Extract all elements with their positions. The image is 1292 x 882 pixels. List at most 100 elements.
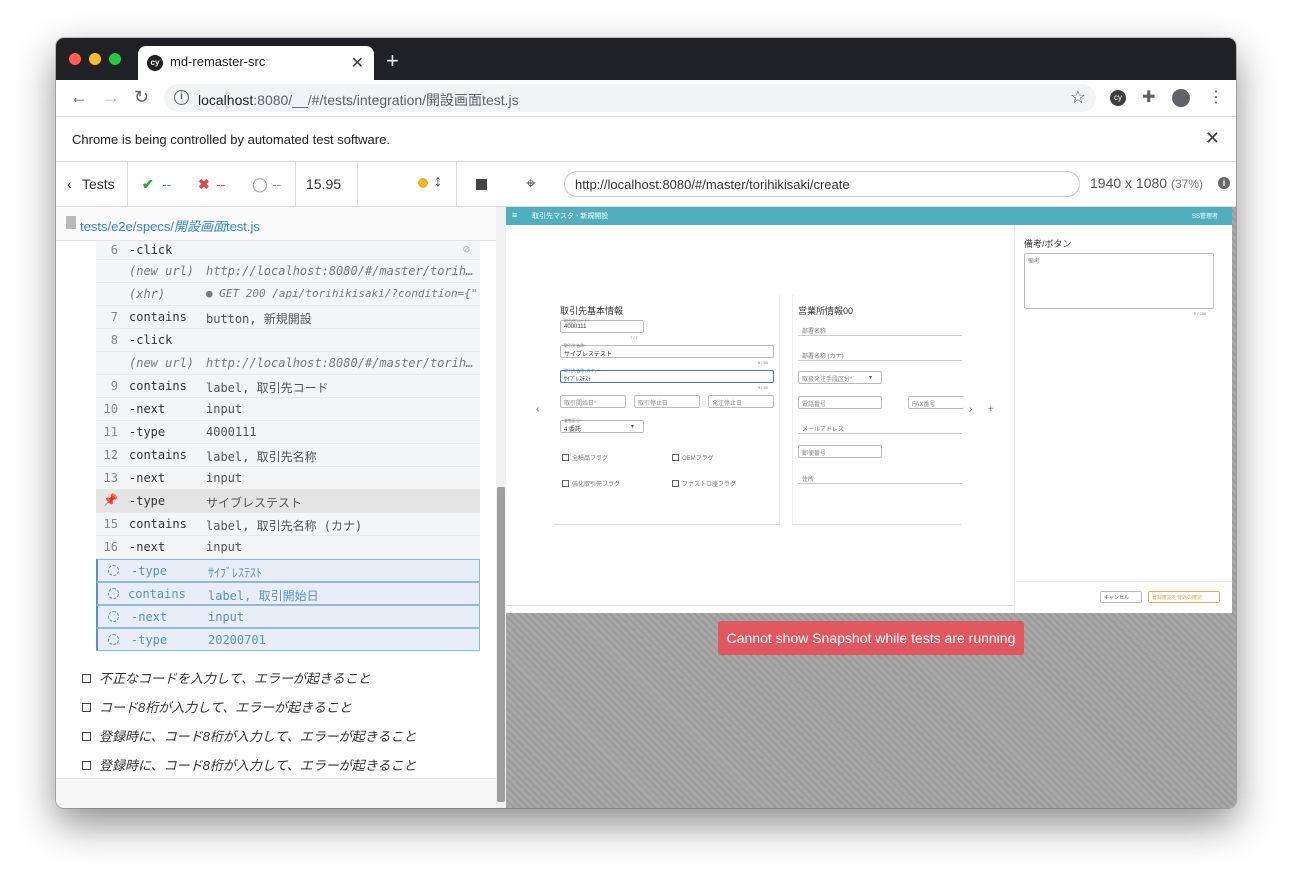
- cancel-button[interactable]: キャンセル: [1100, 591, 1142, 603]
- stop-button[interactable]: [456, 162, 506, 207]
- cypress-extension-icon[interactable]: cy: [1110, 90, 1126, 106]
- flag-oem-checkbox[interactable]: [672, 454, 679, 461]
- address-text: localhost:8080/__/#/tests/integration/開設…: [198, 90, 519, 110]
- dept-name-label[interactable]: 部署名称: [802, 326, 826, 335]
- command-number: 9: [110, 379, 118, 393]
- viewport-info-icon[interactable]: i: [1218, 177, 1230, 189]
- browser-tab[interactable]: cy md-remaster-src ✕: [138, 46, 374, 80]
- command-number: 8: [110, 333, 118, 347]
- flag-fast-checkbox[interactable]: [672, 480, 679, 487]
- hidden-element-icon: ⊘: [462, 242, 470, 256]
- extensions-puzzle-icon[interactable]: ✚: [1142, 89, 1155, 107]
- test-item[interactable]: コード8桁が入力して、エラーが起きること: [82, 697, 352, 716]
- forward-icon[interactable]: →: [102, 88, 120, 106]
- command-row[interactable]: 15 contains label, 取引先名称 (カナ): [96, 513, 480, 536]
- command-row[interactable]: (new url) http://localhost:8080/#/master…: [96, 352, 480, 375]
- minimize-window-button[interactable]: [89, 53, 101, 65]
- order-stop-date-field[interactable]: 発注停止日: [708, 395, 774, 408]
- aut-header: ⌖ http://localhost:8080/#/master/torihik…: [506, 162, 1236, 207]
- tests-button[interactable]: ‹ Tests: [56, 162, 128, 207]
- test-item[interactable]: 不正なコードを入力して、エラーが起きること: [82, 668, 371, 687]
- close-window-button[interactable]: [69, 53, 81, 65]
- pending-count: --: [272, 176, 282, 192]
- app-user[interactable]: SS管理者: [1192, 211, 1218, 220]
- name-counter: 8 / 50: [758, 360, 769, 365]
- zip-label: 郵便番号: [802, 451, 827, 457]
- dept-name-line: [798, 335, 962, 336]
- zip-field[interactable]: 郵便番号: [798, 445, 882, 458]
- add-office-icon[interactable]: +: [988, 404, 994, 415]
- viewport-size: 1940 x 1080 (37%): [1090, 175, 1203, 191]
- pending-circle-icon: ◯: [252, 176, 268, 192]
- name-field[interactable]: サイブレステスト: [560, 345, 774, 358]
- close-tab-icon[interactable]: ✕: [351, 53, 364, 73]
- selector-playground-icon[interactable]: ⌖: [526, 174, 536, 194]
- flag-all-checkbox[interactable]: [562, 454, 569, 461]
- command-message: input: [206, 402, 243, 416]
- bookmark-star-icon[interactable]: ☆: [1070, 87, 1086, 108]
- phone-field[interactable]: 電話番号: [798, 396, 882, 409]
- reporter-scrollbar[interactable]: [496, 207, 506, 808]
- spec-file-link[interactable]: tests/e2e/specs/開設画面test.js: [80, 216, 260, 235]
- command-name: contains: [129, 379, 187, 393]
- command-log: 6 -click ⊘ (new url) http://localhost:80…: [56, 241, 496, 661]
- command-row[interactable]: 10 -next input: [96, 398, 480, 421]
- command-row[interactable]: 6 -click ⊘: [96, 241, 480, 260]
- test-item[interactable]: 登録時に、コード8桁が入力して、エラーが起きること: [82, 755, 417, 774]
- command-message: label, 取引先コード: [206, 381, 329, 395]
- stop-square-icon: [476, 179, 487, 190]
- profile-avatar-icon[interactable]: [1172, 89, 1190, 107]
- command-row-pending[interactable]: -type ｻｲﾌﾞﾚｽﾃｽﾄ: [96, 559, 480, 582]
- new-tab-icon[interactable]: +: [386, 50, 399, 72]
- command-row[interactable]: 16 -next input: [96, 536, 480, 559]
- automation-infobar: Chrome is being controlled by automated …: [56, 116, 1236, 162]
- command-row[interactable]: 12 contains label, 取引先名称: [96, 444, 480, 467]
- order-method-select[interactable]: 取扱発注手段区分* ▾: [798, 371, 882, 384]
- start-date-field[interactable]: 取引開始日*: [560, 395, 626, 408]
- phone-label: 電話番号: [802, 402, 827, 408]
- command-row[interactable]: 9 contains label, 取引先コード: [96, 375, 480, 398]
- scrollbar-thumb[interactable]: [497, 487, 505, 802]
- back-icon[interactable]: ←: [70, 88, 88, 106]
- reload-icon[interactable]: ↻: [134, 88, 149, 106]
- command-row[interactable]: 11 -type 4000111: [96, 421, 480, 444]
- fax-field[interactable]: FAX番号: [908, 396, 964, 409]
- stop-date-field[interactable]: 取引停止日: [634, 395, 700, 408]
- command-row[interactable]: (xhr) ● GET 200 /api/torihikisaki/?condi…: [96, 283, 480, 306]
- command-row[interactable]: 7 contains button, 新規開設: [96, 306, 480, 329]
- browser-menu-icon[interactable]: ⋮: [1208, 89, 1224, 107]
- command-row-pending[interactable]: -next input: [96, 605, 480, 628]
- command-name: contains: [129, 448, 187, 462]
- email-label[interactable]: メールアドレス: [802, 424, 844, 433]
- command-row[interactable]: 13 -next input: [96, 467, 480, 490]
- pending-test-icon: [82, 703, 91, 712]
- address-label[interactable]: 住所: [802, 474, 814, 483]
- flag-all-label: 全積品フラグ: [572, 456, 609, 462]
- flag-strong-checkbox[interactable]: [562, 480, 569, 487]
- aut-area: ≡ 取引先マスタ - 新規開設 SS管理者 取引先基本情報 4000111 取引…: [506, 207, 1236, 808]
- prev-arrow-icon[interactable]: ‹: [536, 404, 539, 415]
- address-bar[interactable]: i localhost:8080/__/#/tests/integration/…: [164, 84, 1096, 112]
- submit-button[interactable]: 登録確認を有効の確認: [1148, 591, 1220, 603]
- command-row[interactable]: (new url) http://localhost:8080/#/master…: [96, 260, 480, 283]
- command-row-pinned[interactable]: 📌 -type サイブレステスト: [96, 490, 480, 513]
- viewport-dimensions: 1940 x 1080: [1090, 175, 1168, 191]
- command-row-pending[interactable]: contains label, 取引開始日: [96, 582, 480, 605]
- command-row[interactable]: 8 -click: [96, 329, 480, 352]
- hamburger-menu-icon[interactable]: ≡: [512, 210, 517, 220]
- aut-url-bar[interactable]: http://localhost:8080/#/master/torihikis…: [564, 171, 1080, 197]
- running-indicator-icon: [418, 178, 428, 188]
- dept-kana-label[interactable]: 部署名称 (カナ): [802, 351, 844, 360]
- url-host: localhost: [198, 92, 254, 108]
- command-message: http://localhost:8080/#/master/torih…: [206, 264, 474, 278]
- next-arrow-icon[interactable]: ›: [969, 404, 972, 415]
- command-row-pending[interactable]: -type 20200701: [96, 628, 480, 651]
- close-infobar-icon[interactable]: ✕: [1205, 128, 1220, 149]
- maximize-window-button[interactable]: [109, 53, 121, 65]
- auto-scroll-toggle-icon[interactable]: ↕: [434, 173, 442, 191]
- site-info-icon[interactable]: i: [174, 90, 189, 105]
- pending-test-icon: [82, 761, 91, 770]
- pin-icon: 📌: [103, 493, 118, 507]
- test-item[interactable]: 登録時に、コード8桁が入力して、エラーが起きること: [82, 726, 417, 745]
- notes-textarea[interactable]: 備考: [1024, 253, 1214, 309]
